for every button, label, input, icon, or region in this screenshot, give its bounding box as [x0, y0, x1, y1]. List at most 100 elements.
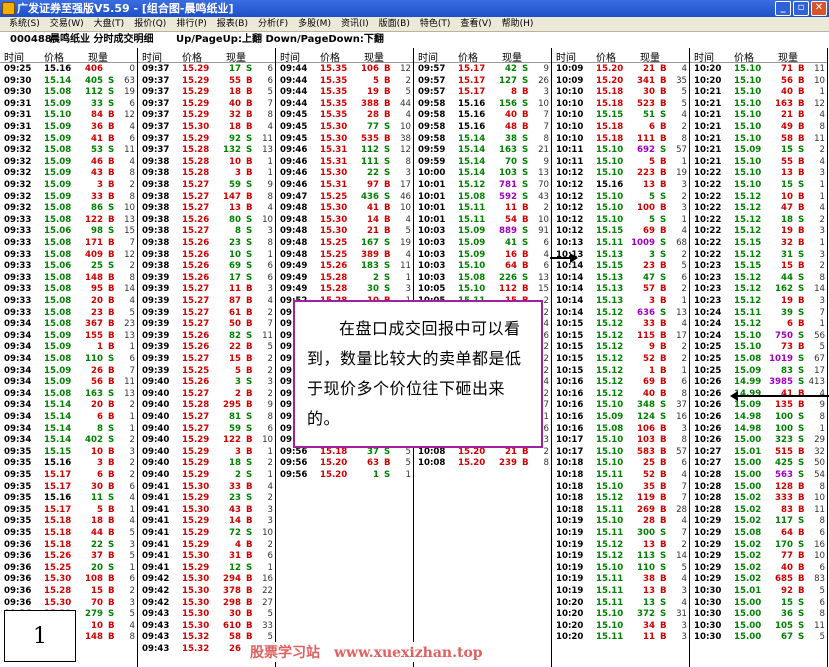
- trade-volume: 515: [775, 446, 793, 457]
- menu-item-0[interactable]: 系统(S): [4, 17, 45, 31]
- trade-side: B: [246, 365, 253, 376]
- trade-count: 1: [681, 296, 687, 306]
- table-row: 10:28 15.00 563 S 54: [690, 470, 827, 482]
- trade-side: S: [384, 145, 391, 156]
- trade-side: B: [108, 249, 115, 260]
- trade-time: 10:15: [556, 365, 584, 376]
- trade-time: 10:29: [694, 562, 722, 573]
- restore-button[interactable]: ▫: [793, 1, 809, 16]
- menu-item-11[interactable]: 查看(V): [455, 17, 496, 31]
- trade-time: 09:38: [142, 180, 170, 190]
- trade-volume: 171: [85, 238, 103, 248]
- trade-volume: 40: [781, 562, 793, 573]
- close-button[interactable]: ✕: [811, 1, 827, 16]
- trade-price: 15.35: [320, 98, 348, 109]
- trade-count: 10: [400, 122, 411, 132]
- trade-price: 15.09: [44, 122, 72, 132]
- trade-side: B: [384, 214, 391, 225]
- trade-count: 91: [538, 226, 549, 237]
- table-row: 10:22 15.12 10 B 1: [690, 192, 827, 204]
- trade-time: 10:16: [556, 377, 584, 388]
- menu-item-6[interactable]: 分析(F): [253, 17, 293, 31]
- minimize-button[interactable]: _: [775, 1, 791, 16]
- trade-volume: 3: [235, 168, 241, 179]
- trade-time: 10:19: [556, 539, 584, 550]
- trade-time: 10:27: [694, 458, 722, 469]
- menu-item-2[interactable]: 大盘(T): [89, 17, 130, 31]
- trade-time: 10:22: [694, 226, 722, 237]
- trade-volume: 33: [91, 191, 103, 202]
- trade-price: 15.29: [182, 528, 210, 538]
- trade-price: 15.35: [320, 64, 348, 74]
- trade-count: 16: [814, 539, 825, 550]
- table-row: 10:18 15.11 52 B 4: [552, 470, 689, 482]
- trade-price: 15.12: [734, 249, 762, 260]
- menu-item-10[interactable]: 特色(T): [415, 17, 456, 31]
- trade-volume: 64: [781, 528, 793, 538]
- trade-price: 15.12: [596, 342, 624, 353]
- trade-time: 10:21: [694, 98, 722, 109]
- table-row: 10:11 15.10 692 S 57: [552, 145, 689, 157]
- trade-price: 15.09: [44, 330, 72, 341]
- table-row: 10:03 15.09 41 S 6: [414, 238, 551, 250]
- trade-price: 15.20: [596, 64, 624, 74]
- trade-side: B: [246, 400, 253, 411]
- trade-time: 10:09: [556, 75, 584, 86]
- menu-item-9[interactable]: 版面(B): [374, 17, 415, 31]
- menu-item-7[interactable]: 多股(M): [293, 17, 336, 31]
- trade-price: 15.29: [182, 446, 210, 457]
- trade-volume: 23: [643, 261, 655, 272]
- trade-volume: 128: [775, 481, 793, 492]
- trade-side: B: [108, 516, 115, 527]
- trade-price: 15.12: [596, 354, 624, 364]
- table-row: 09:38 15.27 13 B 4: [138, 203, 275, 215]
- menu-item-12[interactable]: 帮助(H): [497, 17, 539, 31]
- trade-price: 15.00: [734, 481, 762, 492]
- trade-count: 8: [129, 632, 135, 643]
- trade-price: 15.30: [320, 168, 348, 179]
- trade-count: 14: [124, 284, 135, 295]
- trade-time: 10:26: [694, 412, 722, 422]
- trade-price: 15.08: [596, 423, 624, 434]
- trade-count: 5: [819, 342, 825, 353]
- table-row: 09:37 15.29 92 S 11: [138, 134, 275, 146]
- trade-side: S: [660, 110, 667, 121]
- trade-price: 15.16: [44, 493, 72, 504]
- table-row: 09:35 15.17 6 B 2: [0, 470, 137, 482]
- table-row: 10:23 15.12 44 S 8: [690, 273, 827, 285]
- trade-column-6: 时间 价格 现量 10:20 15.10 71 B 11 10:20 15.10 56 B 10 10:2…: [690, 48, 828, 667]
- trade-count: 7: [681, 481, 687, 492]
- trade-side: B: [108, 156, 115, 167]
- menu-item-8[interactable]: 资讯(I): [336, 17, 374, 31]
- trade-count: 5: [681, 98, 687, 109]
- trade-count: 5: [129, 551, 135, 562]
- trade-volume: 56: [781, 75, 793, 86]
- trade-count: 4: [681, 470, 687, 480]
- trade-price: 15.29: [182, 516, 210, 527]
- trade-volume: 10: [781, 191, 793, 202]
- trade-price: 15.09: [44, 342, 72, 353]
- trade-price: 15.27: [182, 423, 210, 434]
- menu-item-4[interactable]: 排行(P): [171, 17, 211, 31]
- table-row: 09:33 15.08 409 B 12: [0, 250, 137, 262]
- trade-count: 4: [129, 620, 135, 631]
- trade-time: 09:41: [142, 493, 170, 504]
- trade-time: 09:56: [280, 446, 308, 457]
- trade-volume: 5: [649, 214, 655, 225]
- table-row: 09:43 15.30 30 B 5: [138, 609, 275, 621]
- trade-price: 15.32: [182, 644, 210, 654]
- menu-item-3[interactable]: 报价(Q): [129, 17, 171, 31]
- trade-side: S: [798, 458, 805, 469]
- trade-price: 15.28: [182, 145, 210, 156]
- trade-time: 09:40: [142, 400, 170, 411]
- trade-side: S: [660, 412, 667, 422]
- trade-price: 15.10: [734, 133, 762, 144]
- menu-item-1[interactable]: 交易(W): [45, 17, 89, 31]
- menu-item-5[interactable]: 报表(B): [212, 17, 253, 31]
- trade-price: 15.30: [44, 574, 72, 585]
- trade-count: 2: [267, 388, 273, 399]
- trade-time: 10:30: [694, 632, 722, 643]
- trade-side: B: [798, 493, 805, 504]
- trade-time: 10:14: [556, 307, 584, 318]
- trade-side: B: [660, 446, 667, 457]
